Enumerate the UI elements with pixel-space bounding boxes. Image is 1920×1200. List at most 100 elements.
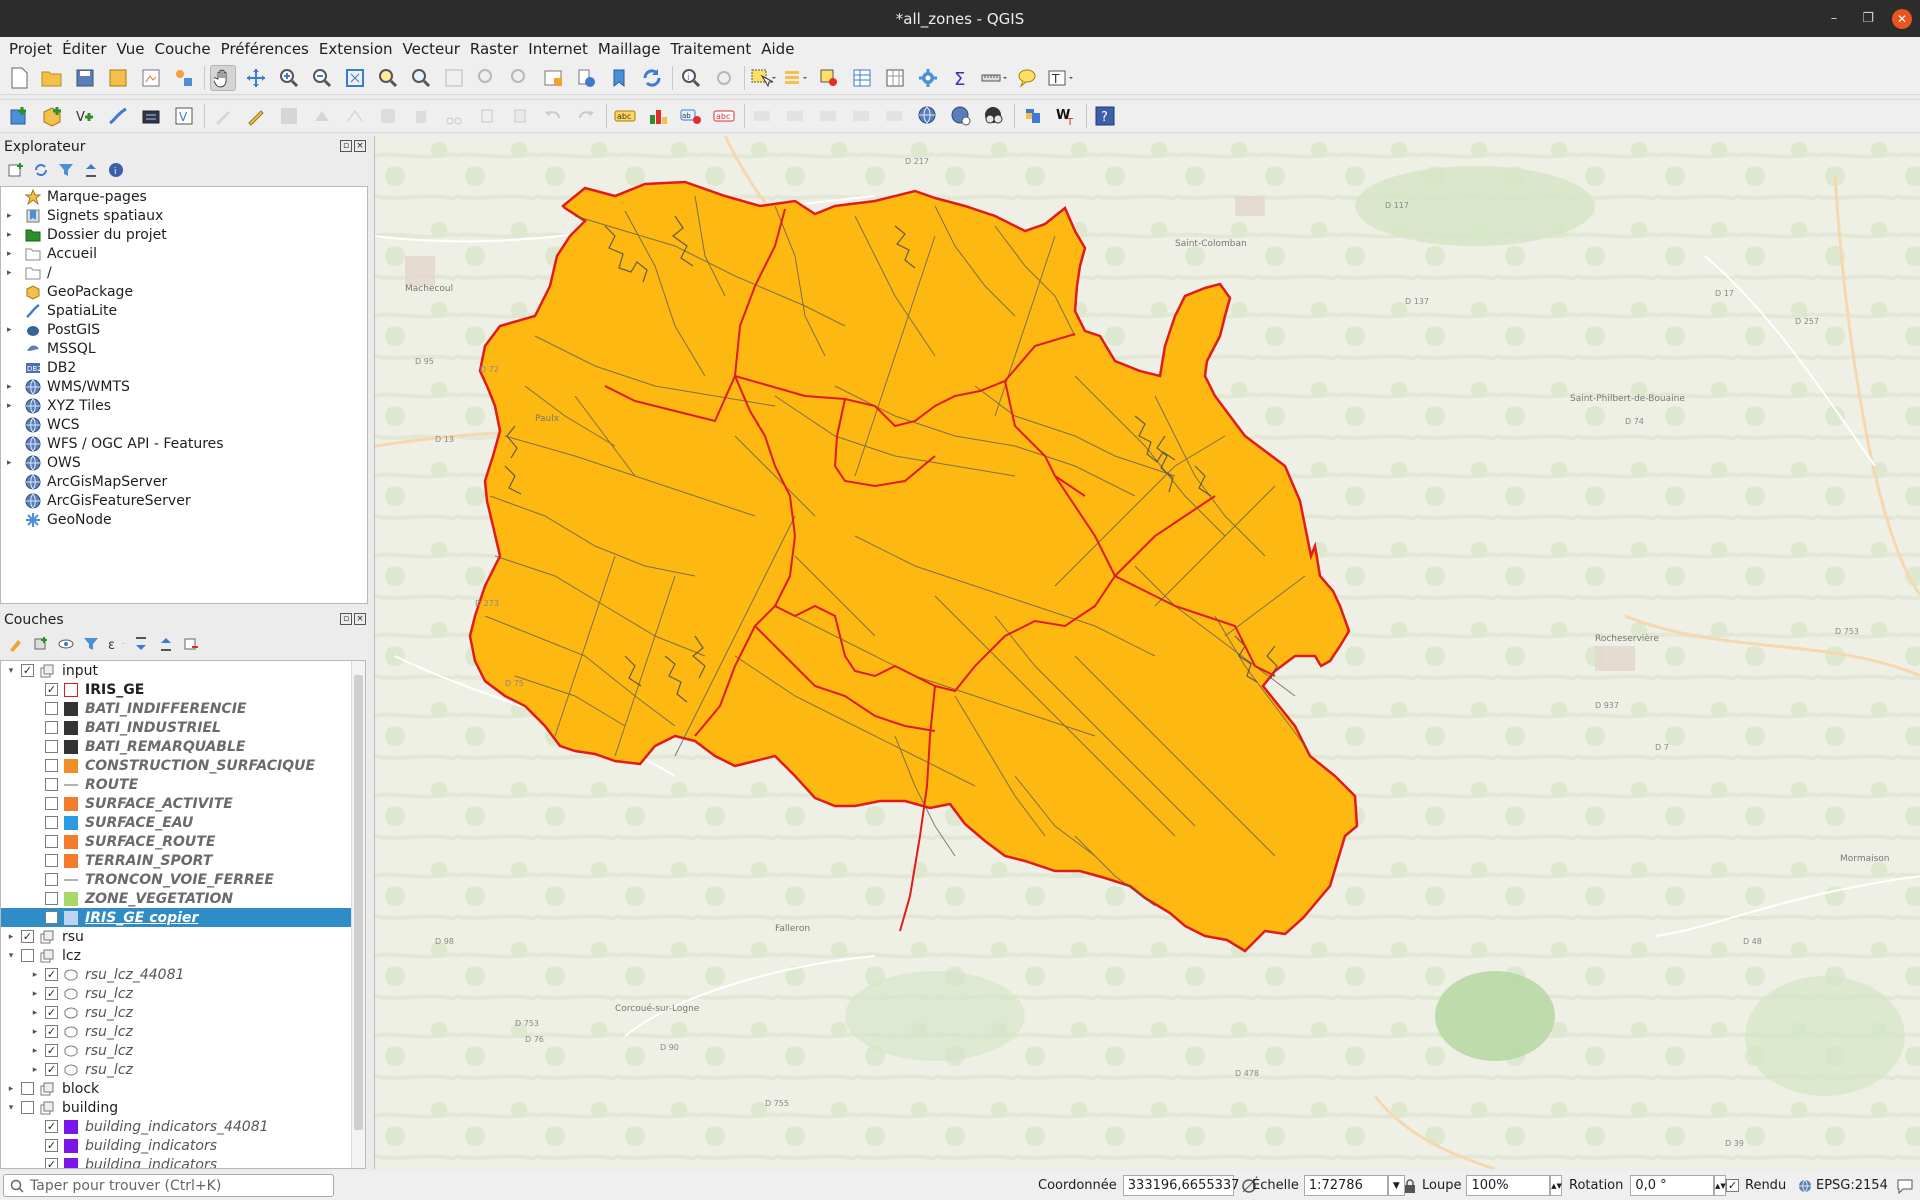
collapse-all-layers-icon[interactable] xyxy=(158,636,174,652)
browser-item[interactable]: WFS / OGC API - Features xyxy=(1,434,367,453)
layer-visibility-checkbox[interactable]: ✓ xyxy=(45,987,58,1000)
select-features-icon[interactable] xyxy=(750,65,776,91)
map-canvas[interactable]: Saint-Colomban Saint-Philbert-de-Bouaine… xyxy=(374,136,1920,1169)
layer-visibility-checkbox[interactable] xyxy=(45,778,58,791)
browser-item[interactable]: Marque-pages xyxy=(1,187,367,206)
refresh-browser-icon[interactable] xyxy=(33,162,49,178)
layer-row[interactable]: ✓ building_indicators_44081 xyxy=(1,1117,365,1136)
expand-arrow-icon[interactable]: ▾ xyxy=(5,666,17,676)
highlight-pinned-labels-icon[interactable]: ab xyxy=(678,103,704,129)
layer-row[interactable]: IRIS_GE copier xyxy=(1,908,365,927)
browser-item[interactable]: ▸ Signets spatiaux xyxy=(1,206,367,225)
zoom-out-icon[interactable] xyxy=(309,65,335,91)
scale-dropdown-icon[interactable]: ▼ xyxy=(1387,1175,1405,1196)
layer-row[interactable]: BATI_INDUSTRIEL xyxy=(1,718,365,737)
expand-arrow-icon[interactable]: ▸ xyxy=(7,401,17,411)
python-console-icon[interactable] xyxy=(1020,103,1046,129)
expand-arrow-icon[interactable]: ▸ xyxy=(29,970,41,980)
browser-item[interactable]: DB2 DB2 xyxy=(1,358,367,377)
layer-visibility-checkbox[interactable] xyxy=(45,740,58,753)
add-wms-layer-icon[interactable] xyxy=(915,103,941,129)
coordinate-input[interactable]: 333196,6655337 xyxy=(1122,1175,1239,1196)
menu-vue[interactable]: Vue xyxy=(112,40,150,58)
new-project-icon[interactable] xyxy=(6,65,32,91)
locator-search-input[interactable]: Taper pour trouver (Ctrl+K) xyxy=(3,1174,334,1197)
layer-visibility-checkbox[interactable]: ✓ xyxy=(45,968,58,981)
close-icon[interactable]: ✕ xyxy=(1892,8,1912,29)
zoom-in-icon[interactable] xyxy=(276,65,302,91)
browser-item[interactable]: ▸ XYZ Tiles xyxy=(1,396,367,415)
temporal-controller-icon[interactable] xyxy=(573,65,599,91)
add-delimited-text-icon[interactable]: V xyxy=(72,103,98,129)
rotation-spinner-icon[interactable]: ▲▼ xyxy=(1714,1175,1727,1196)
expand-arrow-icon[interactable]: ▾ xyxy=(5,951,17,961)
layer-row[interactable]: ▸ ✓ rsu_lcz_44081 xyxy=(1,965,365,984)
expand-arrow-icon[interactable]: ▸ xyxy=(29,1046,41,1056)
filter-legend-icon[interactable] xyxy=(83,636,99,652)
menu-projet[interactable]: Projet xyxy=(4,40,57,58)
add-virtual-layer-icon[interactable] xyxy=(138,103,164,129)
field-calculator-icon[interactable] xyxy=(882,65,908,91)
magnifier-spinner-icon[interactable]: ▲▼ xyxy=(1550,1175,1563,1196)
layer-visibility-checkbox[interactable]: ✓ xyxy=(45,1025,58,1038)
layer-visibility-checkbox[interactable] xyxy=(45,816,58,829)
menu-internet[interactable]: Internet xyxy=(523,40,593,58)
save-as-icon[interactable] xyxy=(105,65,131,91)
deselect-features-icon[interactable] xyxy=(816,65,842,91)
toggle-editing-pencil-icon[interactable] xyxy=(243,103,269,129)
expand-arrow-icon[interactable]: ▸ xyxy=(7,458,17,468)
browser-item[interactable]: ArcGisMapServer xyxy=(1,472,367,491)
filter-browser-icon[interactable] xyxy=(58,162,74,178)
layer-visibility-checkbox[interactable]: ✓ xyxy=(45,1063,58,1076)
restore-icon[interactable]: ❐ xyxy=(1858,9,1878,29)
expand-arrow-icon[interactable]: ▸ xyxy=(5,932,17,942)
label-show-hide-icon[interactable]: abc xyxy=(711,103,737,129)
layer-row[interactable]: ✓ building_indicators xyxy=(1,1155,365,1168)
add-vector-layer-icon[interactable] xyxy=(6,103,32,129)
expand-arrow-icon[interactable]: ▾ xyxy=(5,1103,17,1113)
expand-arrow-icon[interactable]: ▸ xyxy=(7,382,17,392)
browser-item[interactable]: MSSQL xyxy=(1,339,367,358)
layer-visibility-checkbox[interactable]: ✓ xyxy=(45,1120,58,1133)
attribute-table-icon[interactable] xyxy=(849,65,875,91)
zoom-to-layer-icon[interactable] xyxy=(408,65,434,91)
layer-visibility-checkbox[interactable] xyxy=(45,892,58,905)
close-panel-icon[interactable]: × xyxy=(354,613,366,625)
add-geopackage-layer-icon[interactable] xyxy=(39,103,65,129)
browser-item[interactable]: ▸ / xyxy=(1,263,367,282)
remove-layer-icon[interactable] xyxy=(183,636,199,652)
expand-arrow-icon[interactable]: ▸ xyxy=(7,211,17,221)
layer-group-row[interactable]: ▾ building xyxy=(1,1098,365,1117)
expand-arrow-icon[interactable]: ▸ xyxy=(7,249,17,259)
layer-visibility-checkbox[interactable]: ✓ xyxy=(45,1158,58,1168)
new-bookmark-icon[interactable] xyxy=(606,65,632,91)
layer-visibility-checkbox[interactable]: ✓ xyxy=(45,1139,58,1152)
layer-visibility-checkbox[interactable] xyxy=(45,873,58,886)
layer-visibility-checkbox[interactable] xyxy=(45,797,58,810)
collapse-all-icon[interactable] xyxy=(83,162,99,178)
menu-maillage[interactable]: Maillage xyxy=(593,40,666,58)
layer-visibility-checkbox[interactable] xyxy=(45,721,58,734)
open-layer-styling-icon[interactable] xyxy=(8,636,24,652)
pan-hand-icon[interactable] xyxy=(210,64,236,91)
label-toolbar-abc-icon[interactable]: abc xyxy=(612,103,638,129)
browser-item[interactable]: WCS xyxy=(1,415,367,434)
layer-visibility-checkbox[interactable] xyxy=(45,835,58,848)
menu-raster[interactable]: Raster xyxy=(465,40,523,58)
open-project-icon[interactable] xyxy=(39,65,65,91)
layer-visibility-checkbox[interactable] xyxy=(21,1101,34,1114)
layer-row[interactable]: SURFACE_ACTIVITE xyxy=(1,794,365,813)
expand-arrow-icon[interactable]: ▸ xyxy=(7,230,17,240)
layer-visibility-checkbox[interactable] xyxy=(45,759,58,772)
zoom-to-selection-icon[interactable] xyxy=(375,65,401,91)
browser-item[interactable]: SpatiaLite xyxy=(1,301,367,320)
menu-aide[interactable]: Aide xyxy=(756,40,799,58)
layer-row[interactable]: ✓ building_indicators xyxy=(1,1136,365,1155)
layer-visibility-checkbox[interactable] xyxy=(45,702,58,715)
browser-item[interactable]: ▸ PostGIS xyxy=(1,320,367,339)
browser-item[interactable]: ▸ WMS/WMTS xyxy=(1,377,367,396)
scale-combobox[interactable]: 1:72786 xyxy=(1303,1175,1388,1196)
layer-visibility-checkbox[interactable] xyxy=(21,949,34,962)
close-panel-icon[interactable]: × xyxy=(354,140,366,152)
text-annotation-icon[interactable]: T xyxy=(1047,65,1073,91)
